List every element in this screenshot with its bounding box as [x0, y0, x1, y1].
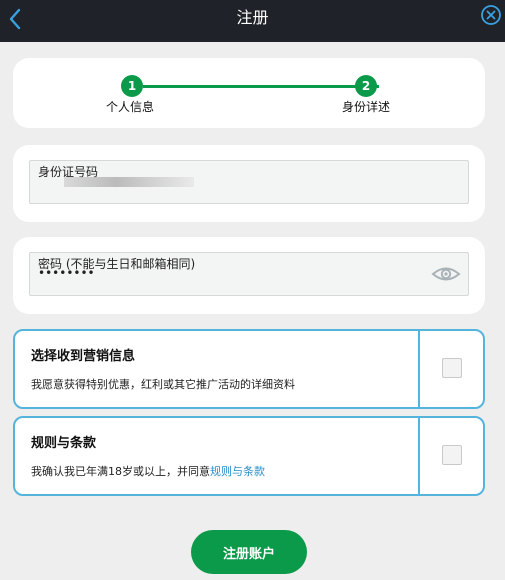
marketing-divider: [418, 331, 420, 407]
redacted-id-value: [64, 177, 194, 187]
step-1-label: 个人信息: [106, 100, 155, 114]
registration-stepper: 1 2 个人信息 身份详述: [13, 58, 485, 128]
password-field[interactable]: 密码 (不能与生日和邮箱相同) ••••••••: [29, 252, 469, 296]
top-bar: 注册: [0, 0, 505, 42]
password-card: 密码 (不能与生日和邮箱相同) ••••••••: [13, 237, 485, 314]
id-number-field[interactable]: 身份证号码: [29, 160, 469, 204]
password-masked-value[interactable]: ••••••••: [38, 266, 95, 280]
step-progress-line: [143, 85, 379, 88]
terms-description: 我确认我已年满18岁或以上，并同意规则与条款: [31, 463, 265, 479]
terms-title: 规则与条款: [31, 436, 97, 451]
register-account-button[interactable]: 注册账户: [191, 530, 307, 574]
marketing-title: 选择收到营销信息: [31, 349, 136, 364]
terms-divider: [418, 418, 420, 494]
step-2-label: 身份详述: [342, 100, 391, 114]
step-2-indicator: 2: [355, 75, 377, 97]
terms-checkbox[interactable]: [442, 445, 462, 465]
marketing-description: 我愿意获得特别优惠，红利或其它推广活动的详细资料: [31, 378, 295, 391]
id-number-card: 身份证号码: [13, 145, 485, 222]
page-title: 注册: [236, 8, 269, 27]
terms-description-text: 我确认我已年满18岁或以上，并同意: [31, 465, 210, 478]
marketing-checkbox[interactable]: [442, 358, 462, 378]
marketing-opt-in-card: 选择收到营销信息 我愿意获得特别优惠，红利或其它推广活动的详细资料: [13, 329, 485, 409]
terms-link[interactable]: 规则与条款: [210, 465, 265, 478]
terms-card: 规则与条款 我确认我已年满18岁或以上，并同意规则与条款: [13, 416, 485, 496]
close-icon[interactable]: [480, 4, 502, 26]
step-1-indicator: 1: [121, 75, 143, 97]
eye-icon[interactable]: [431, 264, 461, 284]
